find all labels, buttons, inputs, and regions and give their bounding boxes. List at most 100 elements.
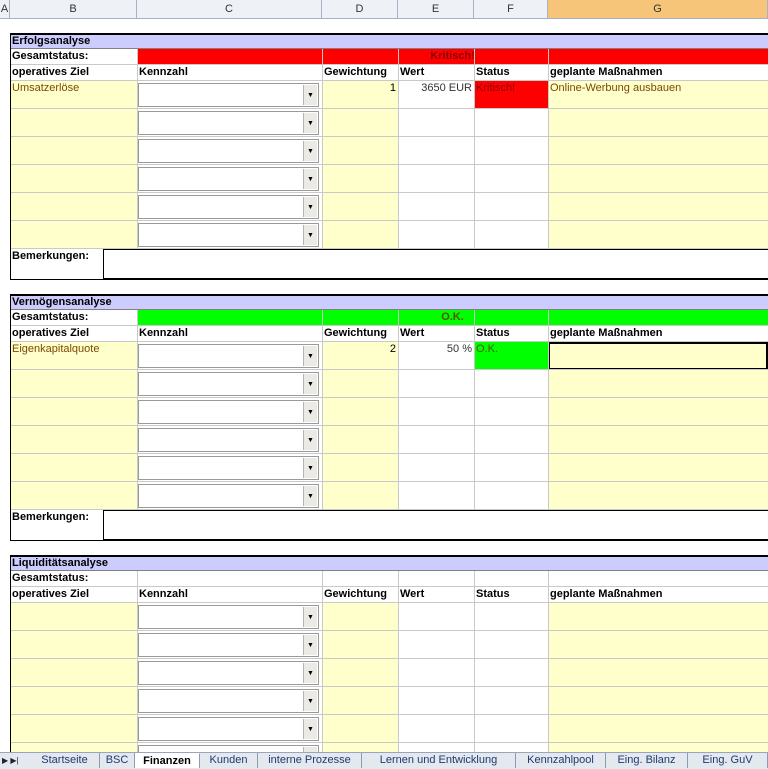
operatives-ziel-cell[interactable]	[10, 482, 137, 510]
status-cell[interactable]	[474, 454, 548, 482]
kennzahl-dropdown[interactable]: ▼	[138, 372, 319, 396]
operatives-ziel-cell[interactable]	[10, 370, 137, 398]
gewichtung-cell[interactable]	[322, 426, 398, 454]
dropdown-arrow-icon[interactable]: ▼	[303, 169, 317, 189]
massnahmen-cell[interactable]	[548, 687, 768, 715]
massnahmen-cell[interactable]	[548, 193, 768, 221]
gewichtung-cell[interactable]	[322, 454, 398, 482]
status-cell[interactable]	[474, 603, 548, 631]
sheet-tab[interactable]: Lernen und Entwicklung	[362, 753, 516, 768]
gewichtung-cell[interactable]	[322, 370, 398, 398]
gewichtung-cell[interactable]	[322, 659, 398, 687]
operatives-ziel-cell[interactable]	[10, 631, 137, 659]
gewichtung-cell[interactable]	[322, 631, 398, 659]
gewichtung-cell[interactable]	[322, 482, 398, 510]
sheet-tab[interactable]: BSC	[100, 753, 135, 768]
kennzahl-dropdown[interactable]: ▼	[138, 344, 319, 368]
gewichtung-cell[interactable]	[322, 109, 398, 137]
kennzahl-dropdown[interactable]: ▼	[138, 633, 319, 657]
massnahmen-cell[interactable]	[548, 659, 768, 687]
gewichtung-cell[interactable]	[322, 221, 398, 249]
massnahmen-cell[interactable]	[548, 137, 768, 165]
kennzahl-dropdown[interactable]: ▼	[138, 745, 319, 752]
sheet-tab[interactable]: Eing. Bilanz	[606, 753, 688, 768]
dropdown-arrow-icon[interactable]: ▼	[303, 635, 317, 655]
gewichtung-cell[interactable]: 2	[322, 342, 398, 370]
dropdown-arrow-icon[interactable]: ▼	[303, 141, 317, 161]
status-cell[interactable]: O.K.	[474, 342, 548, 370]
gewichtung-cell[interactable]	[322, 743, 398, 752]
dropdown-arrow-icon[interactable]: ▼	[303, 719, 317, 739]
massnahmen-cell[interactable]	[548, 221, 768, 249]
wert-cell[interactable]	[398, 221, 474, 249]
massnahmen-cell[interactable]	[548, 398, 768, 426]
massnahmen-cell[interactable]	[548, 631, 768, 659]
wert-cell[interactable]	[398, 603, 474, 631]
operatives-ziel-cell[interactable]	[10, 715, 137, 743]
kennzahl-dropdown[interactable]: ▼	[138, 223, 319, 247]
massnahmen-cell[interactable]	[548, 743, 768, 752]
massnahmen-cell[interactable]	[548, 482, 768, 510]
massnahmen-cell[interactable]	[548, 370, 768, 398]
wert-cell[interactable]	[398, 743, 474, 752]
gesamtstatus-value[interactable]: Kritisch!	[137, 49, 768, 65]
gewichtung-cell[interactable]: 1	[322, 81, 398, 109]
operatives-ziel-cell[interactable]: Eigenkapitalquote	[10, 342, 137, 370]
dropdown-arrow-icon[interactable]: ▼	[303, 346, 317, 366]
wert-cell[interactable]	[398, 659, 474, 687]
sheet-tab[interactable]: Kunden	[200, 753, 258, 768]
dropdown-arrow-icon[interactable]: ▼	[303, 402, 317, 422]
bemerkungen-field[interactable]	[103, 249, 768, 279]
wert-cell[interactable]: 3650 EUR	[398, 81, 474, 109]
status-cell[interactable]	[474, 193, 548, 221]
gewichtung-cell[interactable]	[322, 687, 398, 715]
wert-cell[interactable]	[398, 426, 474, 454]
wert-cell[interactable]	[398, 398, 474, 426]
wert-cell[interactable]	[398, 482, 474, 510]
column-header-b[interactable]: B	[10, 0, 137, 18]
column-header-a[interactable]: A	[0, 0, 10, 18]
dropdown-arrow-icon[interactable]: ▼	[303, 486, 317, 506]
sheet-tab[interactable]: interne Prozesse	[258, 753, 362, 768]
kennzahl-dropdown[interactable]: ▼	[138, 400, 319, 424]
wert-cell[interactable]	[398, 715, 474, 743]
gewichtung-cell[interactable]	[322, 398, 398, 426]
kennzahl-dropdown[interactable]: ▼	[138, 195, 319, 219]
status-cell[interactable]	[474, 398, 548, 426]
dropdown-arrow-icon[interactable]: ▼	[303, 225, 317, 245]
operatives-ziel-cell[interactable]	[10, 221, 137, 249]
status-cell[interactable]	[474, 687, 548, 715]
sheet-tab[interactable]: Startseite	[30, 753, 100, 768]
operatives-ziel-cell[interactable]	[10, 603, 137, 631]
dropdown-arrow-icon[interactable]: ▼	[303, 430, 317, 450]
wert-cell[interactable]	[398, 109, 474, 137]
massnahmen-cell[interactable]	[548, 426, 768, 454]
kennzahl-dropdown[interactable]: ▼	[138, 661, 319, 685]
status-cell[interactable]	[474, 482, 548, 510]
kennzahl-dropdown[interactable]: ▼	[138, 111, 319, 135]
operatives-ziel-cell[interactable]	[10, 454, 137, 482]
wert-cell[interactable]: 50 %	[398, 342, 474, 370]
sheet-tab[interactable]: Kennzahlpool	[516, 753, 606, 768]
kennzahl-dropdown[interactable]: ▼	[138, 484, 319, 508]
gesamtstatus-value[interactable]	[137, 571, 768, 587]
status-cell[interactable]	[474, 659, 548, 687]
kennzahl-dropdown[interactable]: ▼	[138, 83, 319, 107]
worksheet[interactable]: Erfolgsanalyse Gesamtstatus: Kritisch! oper…	[0, 19, 768, 752]
dropdown-arrow-icon[interactable]: ▼	[303, 458, 317, 478]
status-cell[interactable]	[474, 137, 548, 165]
kennzahl-dropdown[interactable]: ▼	[138, 456, 319, 480]
status-cell[interactable]	[474, 109, 548, 137]
status-cell[interactable]	[474, 221, 548, 249]
wert-cell[interactable]	[398, 137, 474, 165]
sheet-nav-icon[interactable]: ▶ ▶|	[2, 754, 28, 767]
operatives-ziel-cell[interactable]	[10, 109, 137, 137]
column-header-d[interactable]: D	[322, 0, 398, 18]
operatives-ziel-cell[interactable]	[10, 426, 137, 454]
operatives-ziel-cell[interactable]	[10, 687, 137, 715]
operatives-ziel-cell[interactable]	[10, 165, 137, 193]
status-cell[interactable]	[474, 631, 548, 659]
gewichtung-cell[interactable]	[322, 193, 398, 221]
operatives-ziel-cell[interactable]	[10, 743, 137, 752]
column-header-f[interactable]: F	[474, 0, 548, 18]
